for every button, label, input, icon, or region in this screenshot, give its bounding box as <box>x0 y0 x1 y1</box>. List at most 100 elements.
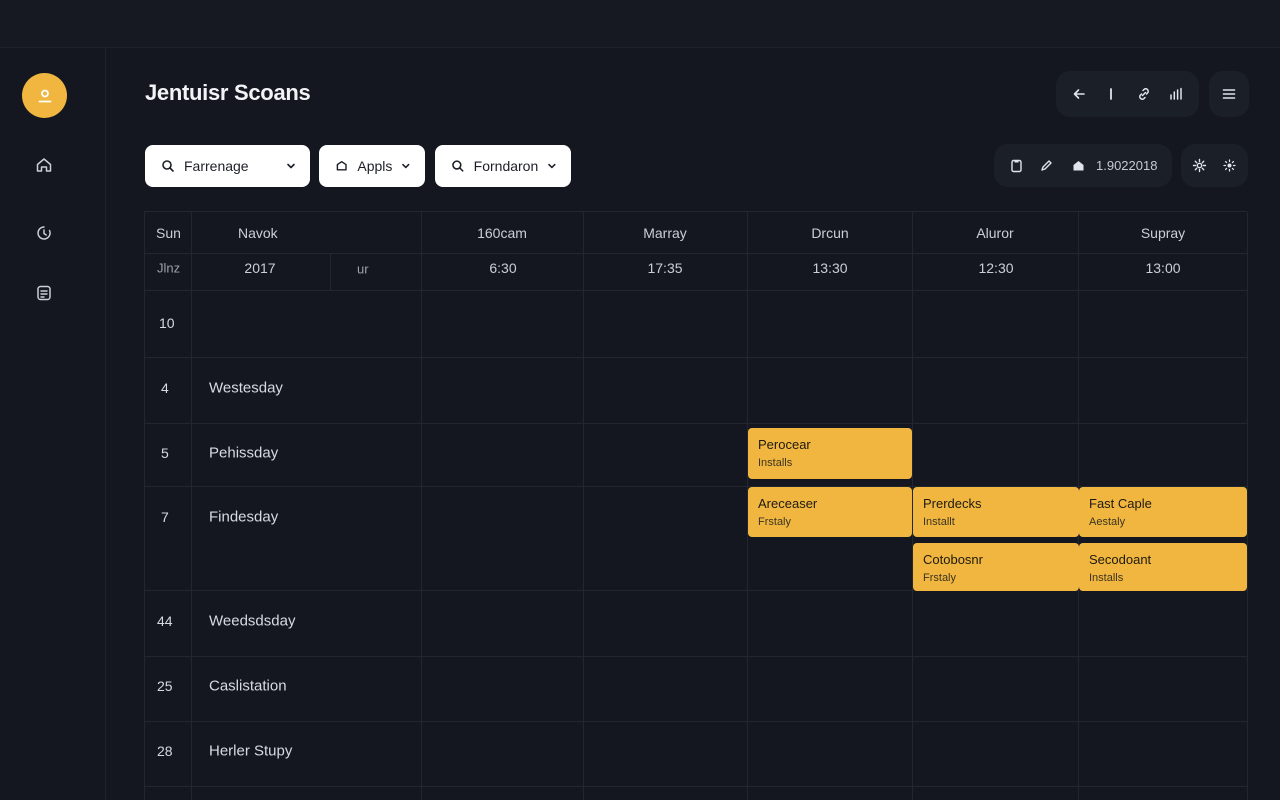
chart-button[interactable] <box>1161 78 1193 110</box>
row-number: 7 <box>161 509 169 525</box>
row-label[interactable]: Caslistation <box>209 678 287 695</box>
filter-label: Farrenage <box>184 158 249 174</box>
calendar-grid: Sun Navok 160cam Marray Drcun Aluror Sup… <box>144 211 1248 800</box>
event-subtitle: Aestaly <box>1089 516 1126 528</box>
user-icon <box>38 89 51 102</box>
calendar-event[interactable]: Cotobosnr Frstaly <box>913 543 1079 591</box>
grid-divider <box>145 357 1247 358</box>
clipboard-icon <box>1010 159 1022 173</box>
row-label[interactable]: Pehissday <box>209 445 278 462</box>
settings-toolbar <box>1181 144 1248 187</box>
filter-appls[interactable]: Appls <box>319 145 425 187</box>
grid-divider <box>583 212 584 800</box>
grid-divider <box>330 253 331 290</box>
chevron-down-icon <box>287 163 295 169</box>
clock-icon <box>37 226 51 240</box>
event-subtitle: Installs <box>758 457 793 469</box>
calendar-event[interactable]: Fast Caple Aestaly <box>1079 487 1247 537</box>
column-header[interactable]: Aluror <box>976 225 1013 241</box>
home-icon <box>1073 161 1083 171</box>
menu-button[interactable] <box>1209 71 1249 117</box>
sidebar-item-notes[interactable] <box>33 282 55 304</box>
sidebar-item-home[interactable] <box>33 154 55 176</box>
home-action-button[interactable] <box>1066 150 1090 182</box>
date-label: 1.9022018 <box>1096 158 1158 173</box>
event-title: Prerdecks <box>923 496 982 511</box>
sidebar-item-history[interactable] <box>33 222 55 244</box>
row-label[interactable]: Weedsdsday <box>209 613 295 630</box>
row-number: 25 <box>157 678 173 694</box>
row-number: 5 <box>161 445 169 461</box>
back-arrow-icon <box>1073 89 1085 99</box>
row-number: 44 <box>157 613 173 629</box>
menu-icon <box>1222 89 1236 99</box>
row-number: 28 <box>157 743 173 759</box>
subheader-cell: 2017 <box>244 260 276 276</box>
clipboard-button[interactable] <box>1002 150 1030 182</box>
row-label[interactable]: Findesday <box>209 509 278 526</box>
bar-chart-icon <box>1170 87 1182 100</box>
event-subtitle: Installt <box>923 516 955 528</box>
filter-farrenage[interactable]: Farrenage <box>145 145 310 187</box>
event-title: Cotobosnr <box>923 552 983 567</box>
calendar-event[interactable]: Prerdecks Installt <box>913 487 1079 537</box>
event-subtitle: Frstaly <box>758 516 791 528</box>
event-title: Secodoant <box>1089 552 1152 567</box>
cursor-icon <box>1110 88 1113 100</box>
grid-divider <box>145 253 1247 254</box>
pencil-icon <box>1040 160 1052 171</box>
home-icon <box>36 158 52 172</box>
grid-divider <box>191 212 192 800</box>
view-toolbar <box>1056 71 1199 117</box>
grid-divider <box>145 721 1247 722</box>
chevron-down-icon <box>548 163 556 169</box>
event-title: Areceaser <box>758 496 818 511</box>
filter-forndaron[interactable]: Forndaron <box>435 145 571 187</box>
settings-button[interactable] <box>1185 150 1215 182</box>
event-subtitle: Frstaly <box>923 572 956 584</box>
document-icon <box>37 285 51 301</box>
grid-divider <box>145 656 1247 657</box>
row-label[interactable]: Herler Stupy <box>209 743 292 760</box>
top-band <box>0 0 1280 48</box>
column-header: Sun <box>156 225 181 241</box>
page-title: Jentuisr Scoans <box>145 80 311 105</box>
subheader-cell: 13:00 <box>1145 260 1181 276</box>
grid-divider <box>1247 212 1248 800</box>
cursor-button[interactable] <box>1096 78 1128 110</box>
column-header[interactable]: Navok <box>238 225 278 241</box>
search-icon <box>452 160 464 172</box>
row-number: 10 <box>159 315 175 331</box>
event-title: Perocear <box>758 437 811 452</box>
action-toolbar: 1.9022018 <box>994 144 1172 187</box>
chevron-down-icon <box>402 163 410 169</box>
theme-button[interactable] <box>1215 150 1245 182</box>
subheader-cell: ur <box>357 261 369 277</box>
grid-divider <box>145 786 1247 787</box>
row-number: 4 <box>161 380 169 396</box>
calendar-event[interactable]: Secodoant Installs <box>1079 543 1247 591</box>
sidebar <box>0 48 106 800</box>
calendar-event[interactable]: Areceaser Frstaly <box>748 487 912 537</box>
grid-divider <box>145 290 1247 291</box>
row-label[interactable]: Westesday <box>209 380 283 397</box>
column-header[interactable]: 160cam <box>477 225 527 241</box>
edit-button[interactable] <box>1032 150 1060 182</box>
filter-label: Forndaron <box>473 158 539 174</box>
column-header[interactable]: Supray <box>1141 225 1185 241</box>
column-header[interactable]: Marray <box>643 225 687 241</box>
event-subtitle: Installs <box>1089 572 1124 584</box>
link-button[interactable] <box>1128 78 1160 110</box>
column-header[interactable]: Drcun <box>811 225 848 241</box>
link-icon <box>1138 88 1149 100</box>
subheader-cell: Jlnz <box>157 260 181 276</box>
tag-icon <box>336 160 347 171</box>
calendar-event[interactable]: Perocear Installs <box>748 428 912 479</box>
filter-label: Appls <box>357 158 393 174</box>
grid-divider <box>145 423 1247 424</box>
event-title: Fast Caple <box>1089 496 1152 511</box>
search-icon <box>162 160 174 172</box>
subheader-cell: 13:30 <box>812 260 848 276</box>
back-button[interactable] <box>1063 78 1095 110</box>
avatar[interactable] <box>22 73 67 118</box>
